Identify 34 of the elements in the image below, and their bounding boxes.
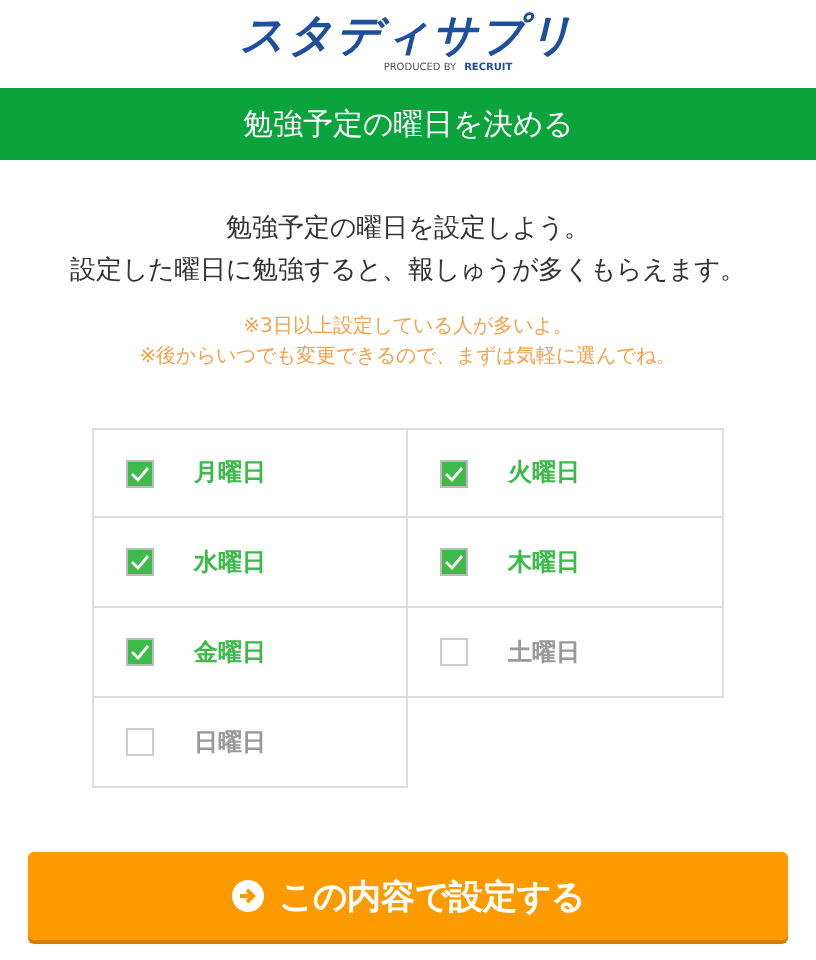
intro-text: 勉強予定の曜日を設定しよう。 — [226, 212, 590, 248]
note-text: ※3日以上設定している人が多いよ。 — [243, 313, 573, 342]
checkbox[interactable] — [126, 548, 154, 576]
day-label: 木曜日 — [508, 545, 580, 579]
checkbox[interactable] — [440, 638, 468, 666]
check-icon — [444, 554, 464, 570]
day-label: 水曜日 — [194, 545, 266, 579]
day-option[interactable]: 火曜日 — [408, 428, 724, 518]
logo-wordmark: スタディサプリ — [240, 13, 576, 61]
day-option[interactable]: 水曜日 — [92, 518, 408, 608]
day-label: 金曜日 — [194, 635, 266, 669]
note-text: ※後からいつでも変更できるので、まずは気軽に選んでね。 — [139, 343, 677, 372]
checkbox[interactable] — [126, 459, 154, 487]
check-icon — [444, 465, 464, 481]
arrow-circle-icon — [231, 880, 263, 912]
day-label: 土曜日 — [508, 635, 580, 669]
check-icon — [130, 554, 150, 570]
day-option[interactable]: 金曜日 — [92, 608, 408, 698]
day-option[interactable]: 月曜日 — [92, 428, 408, 518]
header-bar: 勉強予定の曜日を決める — [0, 88, 816, 160]
intro-text: 設定した曜日に勉強すると、報しゅうが多くもらえます。 — [70, 254, 746, 290]
day-option[interactable]: 日曜日 — [92, 698, 408, 788]
checkbox[interactable] — [126, 728, 154, 756]
day-label: 月曜日 — [194, 456, 266, 490]
checkbox[interactable] — [126, 638, 154, 666]
day-label: 火曜日 — [508, 456, 580, 490]
day-option[interactable]: 木曜日 — [408, 518, 724, 608]
checkbox[interactable] — [440, 548, 468, 576]
checkbox[interactable] — [440, 459, 468, 487]
check-icon — [130, 465, 150, 481]
submit-button[interactable]: この内容で設定する — [28, 852, 788, 940]
day-option[interactable]: 土曜日 — [408, 608, 724, 698]
check-icon — [130, 644, 150, 660]
day-label: 日曜日 — [194, 725, 266, 759]
